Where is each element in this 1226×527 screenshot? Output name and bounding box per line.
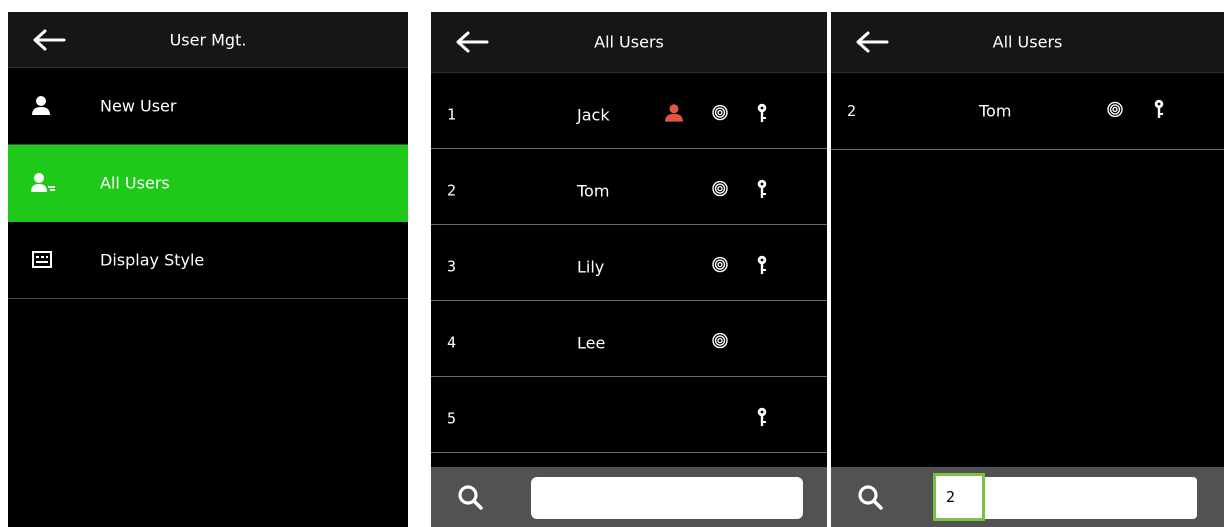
menu-item-display-style[interactable]: Display Style	[8, 222, 408, 299]
menu-label: Display Style	[100, 250, 205, 270]
user-row[interactable]: 1 Jack	[431, 73, 827, 149]
user-name: Lee	[577, 332, 606, 352]
search-icon[interactable]	[857, 484, 883, 510]
user-list-icon	[31, 173, 55, 192]
face-icon	[665, 103, 683, 122]
menu-item-new-user[interactable]: New User	[8, 68, 408, 145]
menu-item-all-users[interactable]: All Users	[8, 145, 408, 222]
keyboard-icon	[32, 251, 52, 268]
search-icon[interactable]	[457, 484, 483, 510]
user-row[interactable]: 4 Lee	[431, 301, 827, 377]
user-name: Tom	[577, 180, 610, 200]
search-bar	[431, 467, 827, 527]
header: All Users	[831, 12, 1224, 73]
user-name: Jack	[577, 104, 610, 124]
user-row[interactable]: 5	[431, 377, 827, 453]
user-id: 4	[447, 333, 457, 352]
user-name: Tom	[979, 101, 1012, 121]
user-row[interactable]: 2 Tom	[831, 73, 1224, 150]
all-users-search-screen: All Users 2 Tom 2	[831, 12, 1224, 527]
user-icon	[32, 96, 50, 115]
password-key-icon	[1154, 99, 1164, 118]
password-key-icon	[757, 255, 767, 274]
password-key-icon	[757, 179, 767, 198]
header: All Users	[431, 12, 827, 73]
user-name: Lily	[577, 256, 605, 276]
user-id: 1	[447, 105, 457, 124]
header: User Mgt.	[8, 12, 408, 68]
all-users-screen: All Users 1 Jack 2 Tom 3 Lily 4 Lee 5	[431, 12, 827, 527]
user-mgt-screen: User Mgt. New User All Users Display Sty…	[8, 12, 408, 527]
user-row[interactable]: 3 Lily	[431, 225, 827, 301]
user-row[interactable]: 2 Tom	[431, 149, 827, 225]
fingerprint-icon	[712, 256, 728, 272]
user-id: 2	[447, 181, 457, 200]
search-input[interactable]	[531, 477, 803, 519]
fingerprint-icon	[712, 180, 728, 196]
fingerprint-icon	[712, 104, 728, 120]
password-key-icon	[757, 407, 767, 426]
search-bar: 2	[831, 467, 1224, 527]
password-key-icon	[757, 103, 767, 122]
search-input[interactable]: 2	[933, 473, 985, 521]
user-id: 3	[447, 257, 457, 276]
fingerprint-icon	[712, 332, 728, 348]
menu-label: New User	[100, 96, 177, 116]
menu-label: All Users	[100, 173, 170, 193]
user-id: 2	[847, 102, 857, 120]
page-title: All Users	[992, 32, 1063, 52]
user-id: 5	[447, 409, 457, 428]
fingerprint-icon	[1107, 101, 1123, 118]
page-title: User Mgt.	[169, 30, 247, 49]
page-title: All Users	[594, 32, 664, 52]
